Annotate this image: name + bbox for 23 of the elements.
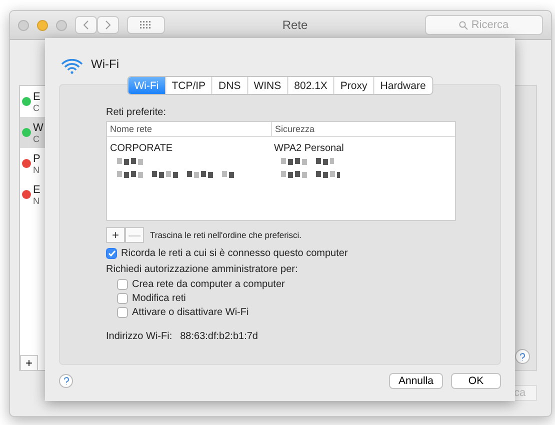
- checkbox-label: Ricorda le reti a cui si è connesso questo computer: [121, 248, 348, 259]
- service-name: E: [33, 90, 40, 102]
- checkbox-label: Crea rete da computer a computer: [132, 279, 285, 290]
- service-name: P: [33, 152, 40, 164]
- window-title: Rete: [281, 18, 309, 32]
- section-label: Reti preferite:: [106, 107, 168, 118]
- checkbox-label: Modifica reti: [132, 293, 186, 304]
- column-header: Sicurezza: [271, 122, 455, 137]
- sheet-title: Wi-Fi: [91, 57, 119, 73]
- service-status: C: [33, 134, 40, 144]
- section-label: Richiedi autorizzazione amministratore per:: [106, 264, 299, 275]
- table-cell-text: WPA2 Personal: [273, 142, 345, 155]
- service-name: E: [33, 184, 40, 196]
- address-label: Indirizzo Wi-Fi:: [106, 331, 172, 342]
- service-status: N: [33, 196, 40, 206]
- table-cell-text: CORPORATE: [109, 142, 174, 155]
- column-header: Nome rete: [107, 122, 271, 137]
- address-value: 88:63:df:b2:b1:7d: [180, 331, 258, 342]
- checkbox-label: Attivare o disattivare Wi-Fi: [132, 307, 249, 318]
- service-name: W: [33, 122, 44, 134]
- service-status: N: [33, 164, 40, 174]
- service-status: C: [33, 102, 40, 112]
- hint-text: Trascina le reti nell'ordine che preferisci.: [150, 230, 302, 240]
